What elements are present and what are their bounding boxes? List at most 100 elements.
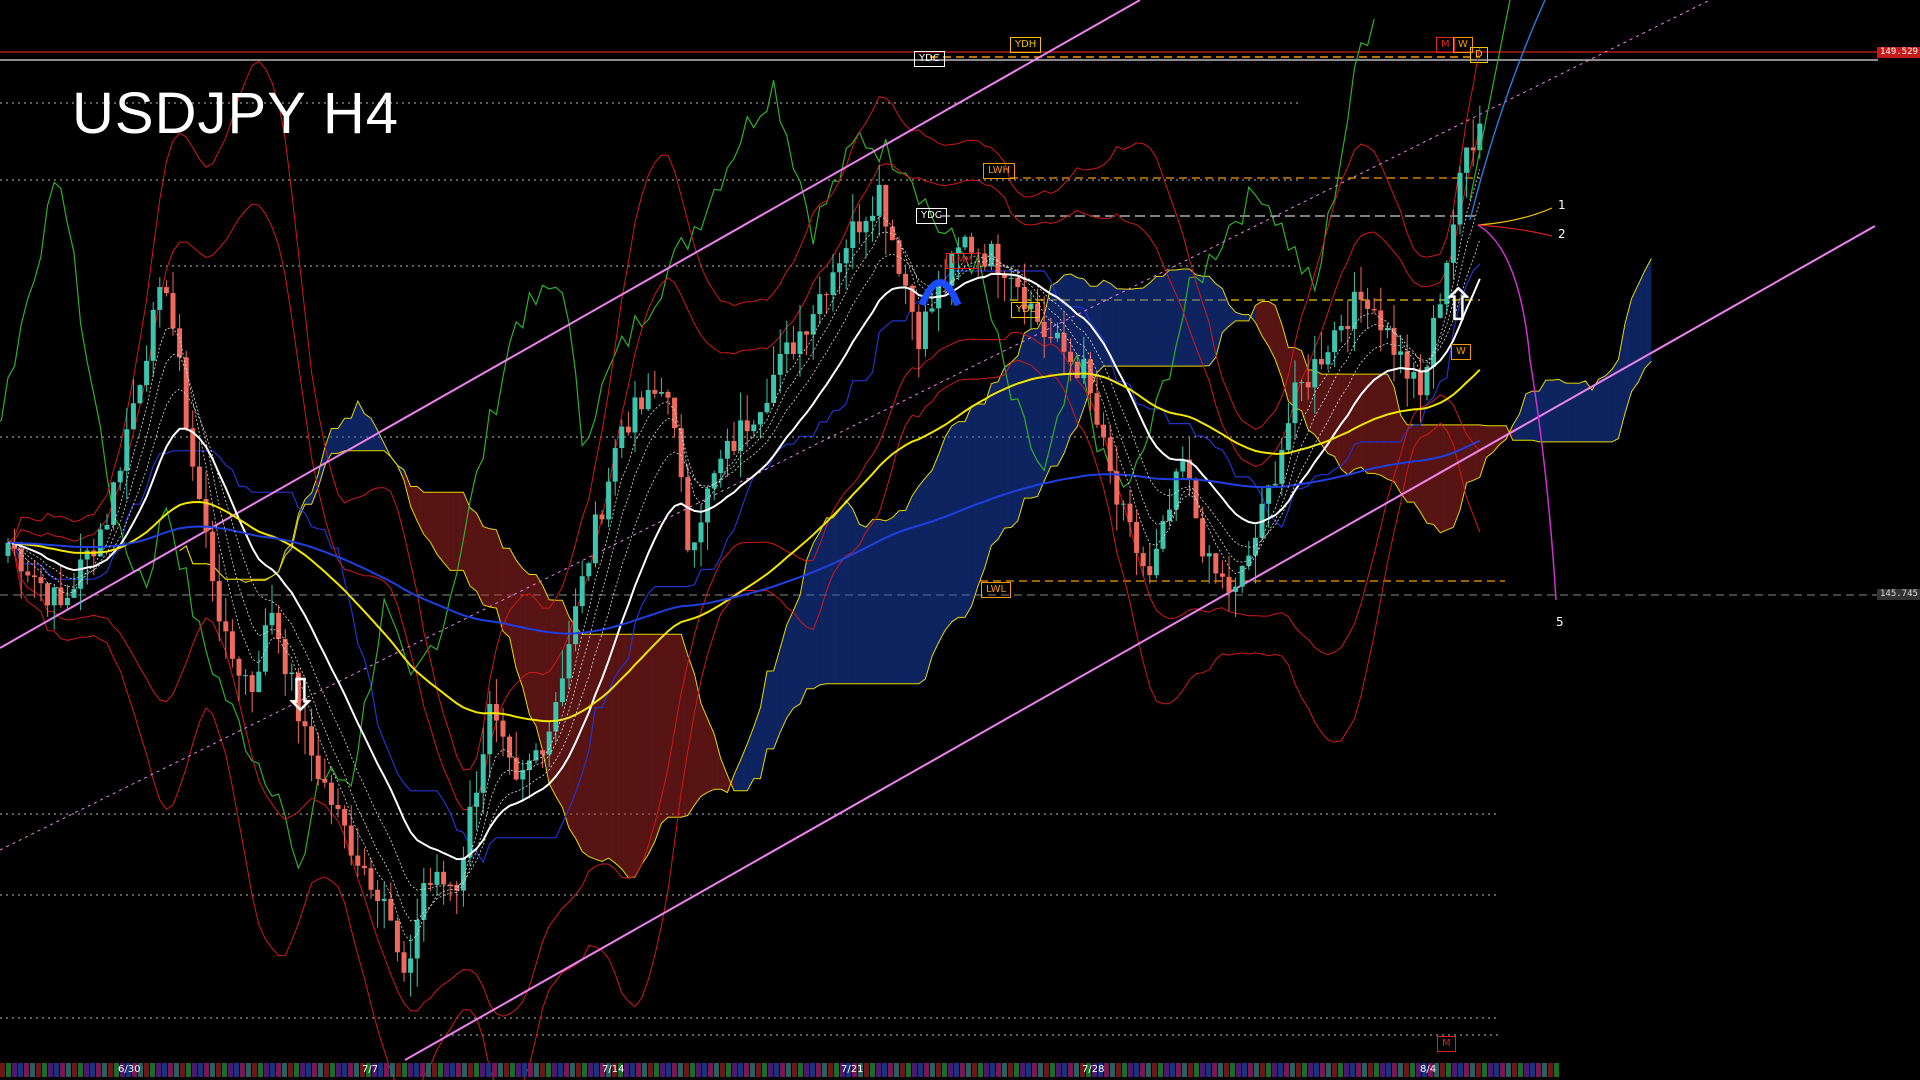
cloud-segment xyxy=(694,673,701,806)
cloud-segment xyxy=(734,760,741,791)
session-block xyxy=(504,1063,509,1077)
cloud-segment xyxy=(1367,374,1375,474)
session-block xyxy=(1506,1063,1511,1077)
session-block xyxy=(552,1063,557,1077)
candle-body xyxy=(38,577,44,584)
candle-body xyxy=(639,397,645,410)
session-block xyxy=(234,1063,239,1077)
date-label: 7/21 xyxy=(841,1064,864,1075)
cloud-segment xyxy=(470,507,477,592)
candle-body xyxy=(269,612,275,626)
cloud-segment xyxy=(1301,350,1309,430)
candle-body xyxy=(566,644,572,679)
session-block xyxy=(6,1063,11,1077)
date-label: 7/28 xyxy=(1082,1064,1105,1075)
candle-body xyxy=(764,402,770,413)
candle-body xyxy=(1081,359,1087,379)
session-block xyxy=(1176,1063,1181,1077)
session-block xyxy=(1482,1063,1487,1077)
session-block xyxy=(1038,1063,1043,1077)
cloud-segment xyxy=(1011,355,1018,528)
session-block xyxy=(1116,1063,1121,1077)
session-block xyxy=(156,1063,161,1077)
candle-body xyxy=(771,374,777,403)
candle-body xyxy=(579,576,585,607)
session-block xyxy=(1260,1063,1265,1077)
session-block xyxy=(462,1063,467,1077)
cloud-segment xyxy=(780,624,787,733)
date-label: 7/14 xyxy=(602,1064,625,1075)
projection-line-green xyxy=(1469,0,1511,201)
session-block xyxy=(270,1063,275,1077)
session-block xyxy=(594,1063,599,1077)
cloud-segment xyxy=(806,543,814,689)
candle-body xyxy=(1272,483,1278,486)
cloud-segment xyxy=(918,477,926,684)
candle-body xyxy=(850,221,856,249)
session-block xyxy=(738,1063,743,1077)
session-block xyxy=(348,1063,353,1077)
cloud-segment xyxy=(938,436,946,643)
session-block xyxy=(264,1063,269,1077)
session-block xyxy=(1248,1063,1253,1077)
cloud-segment xyxy=(1644,258,1652,369)
cloud-segment xyxy=(450,492,457,571)
candle-body xyxy=(1464,147,1470,173)
session-block xyxy=(1056,1063,1061,1077)
session-block xyxy=(1074,1063,1079,1077)
candle-body xyxy=(144,360,150,386)
cloud-segment xyxy=(1598,376,1606,442)
session-block xyxy=(318,1063,323,1077)
session-block xyxy=(630,1063,635,1077)
price-chart xyxy=(0,0,1920,1080)
cloud-segment xyxy=(991,381,998,546)
session-block xyxy=(1128,1063,1133,1077)
session-block xyxy=(996,1063,1001,1077)
cloud-segment xyxy=(509,548,517,669)
cloud-segment xyxy=(615,634,622,870)
session-block xyxy=(1290,1063,1295,1077)
session-block xyxy=(750,1063,755,1077)
cloud-segment xyxy=(1552,379,1559,442)
candle-body xyxy=(540,750,546,755)
session-block xyxy=(186,1063,191,1077)
candle-body xyxy=(381,898,387,901)
moving-averages xyxy=(7,169,1481,943)
candle-body xyxy=(500,720,506,737)
session-block xyxy=(24,1063,29,1077)
session-block xyxy=(288,1063,293,1077)
session-block xyxy=(864,1063,869,1077)
cloud-segment xyxy=(1565,383,1573,442)
candle-body xyxy=(711,473,717,489)
candle-body xyxy=(1015,277,1021,288)
candle-body xyxy=(559,678,565,703)
session-block xyxy=(1200,1063,1205,1077)
session-block xyxy=(924,1063,929,1077)
session-block xyxy=(714,1063,719,1077)
candle-body xyxy=(130,403,136,430)
cloud-segment xyxy=(1262,301,1269,347)
candle-body xyxy=(744,420,750,432)
wave-label-2: 2 xyxy=(1558,227,1566,241)
session-block xyxy=(276,1063,281,1077)
lwl-tag: LWL xyxy=(981,582,1012,598)
cloud-segment xyxy=(1413,424,1421,513)
candle-body xyxy=(302,721,308,727)
cloud-segment xyxy=(984,383,992,568)
session-block xyxy=(1218,1063,1223,1077)
ydh-tag: YDH xyxy=(1010,37,1042,53)
cloud-segment xyxy=(681,634,688,818)
candle-body xyxy=(18,548,24,572)
candle-body xyxy=(810,314,816,335)
candle-body xyxy=(335,804,341,809)
session-block xyxy=(216,1063,221,1077)
session-block xyxy=(30,1063,35,1077)
candle-body xyxy=(1417,372,1423,396)
candle-body xyxy=(1358,291,1364,300)
candle-body xyxy=(137,385,143,404)
session-block xyxy=(144,1063,149,1077)
candle-body xyxy=(837,263,843,273)
candle-body xyxy=(117,470,123,483)
lmh-tag: LMH xyxy=(946,253,978,269)
cloud-segment xyxy=(1526,391,1533,441)
